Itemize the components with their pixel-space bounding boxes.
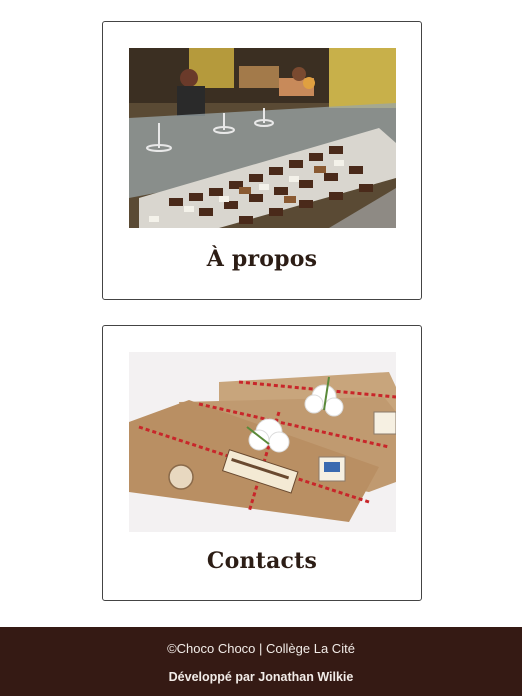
wrapped-gifts-image xyxy=(129,352,396,532)
footer-credit-line: Développé par Jonathan Wilkie xyxy=(0,670,522,684)
contacts-card[interactable]: Contacts xyxy=(102,325,422,601)
about-card[interactable]: À propos xyxy=(102,21,422,300)
footer-school-link[interactable]: Collège La Cité xyxy=(266,641,355,656)
footer-author-link[interactable]: Jonathan Wilkie xyxy=(258,670,353,684)
footer-separator: | xyxy=(255,641,267,656)
site-footer: ©Choco Choco | Collège La Cité Développé… xyxy=(0,627,522,696)
footer-credit-prefix: Développé par xyxy=(168,670,259,684)
chocolate-shop-image xyxy=(129,48,396,228)
about-card-title[interactable]: À propos xyxy=(103,246,421,272)
footer-copyright-line: ©Choco Choco | Collège La Cité xyxy=(0,641,522,656)
contacts-card-title[interactable]: Contacts xyxy=(103,548,421,574)
footer-copyright-brand: ©Choco Choco xyxy=(167,641,256,656)
